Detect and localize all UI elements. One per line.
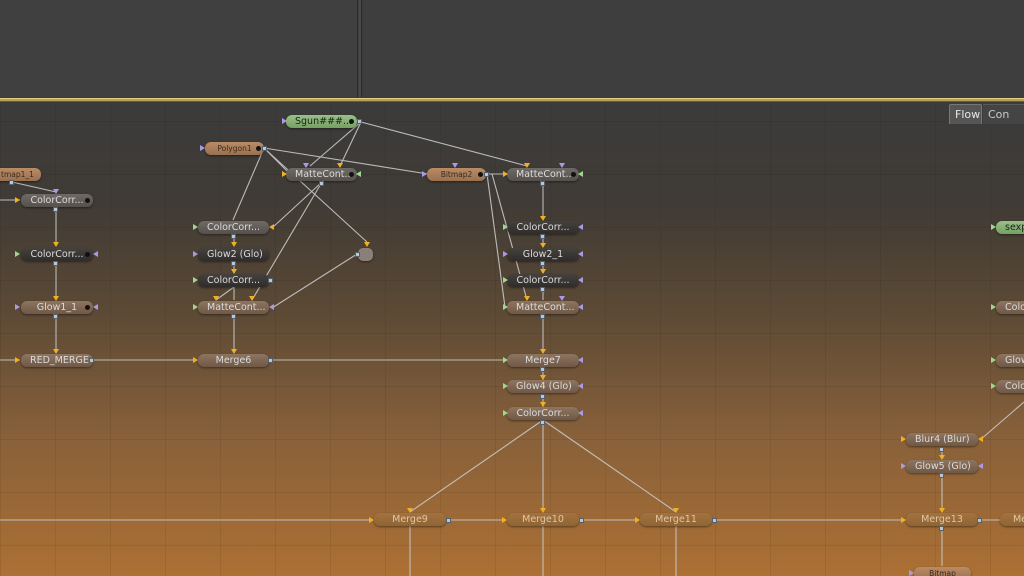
- viewer-splitter[interactable]: [359, 0, 362, 97]
- node-blur4[interactable]: Blur4 (Blur): [906, 433, 978, 446]
- node-colorcorrector-c[interactable]: ColorCorr...: [198, 221, 269, 234]
- node-colorcorrector-g[interactable]: ColorCorr...: [507, 407, 579, 420]
- tab-flow[interactable]: Flow: [949, 104, 982, 124]
- node-bitmap1-1[interactable]: tmap1_1: [0, 168, 41, 181]
- viewer-left-pane[interactable]: [0, 0, 358, 97]
- node-colorcorrector-e[interactable]: ColorCorr...: [507, 221, 579, 234]
- node-merge9[interactable]: Merge9: [374, 513, 446, 526]
- node-merge11[interactable]: Merge11: [640, 513, 712, 526]
- node-merge6[interactable]: Merge6: [198, 354, 269, 367]
- node-merge-partial[interactable]: Me: [1000, 513, 1024, 526]
- node-colorcorrector-f[interactable]: ColorCorr...: [507, 274, 579, 287]
- node-color-partial-1[interactable]: Color: [996, 301, 1024, 314]
- node-merge10[interactable]: Merge10: [507, 513, 579, 526]
- node-sgun[interactable]: Sgun###...: [286, 115, 357, 128]
- node-glow5[interactable]: Glow5 (Glo): [906, 460, 978, 473]
- node-mattecontrol-a[interactable]: MatteCont...: [286, 168, 357, 181]
- node-mattecontrol-c[interactable]: MatteCont...: [198, 301, 269, 314]
- flow-canvas[interactable]: tmap1_1 ColorCorr... ColorCorr... Glow1_…: [0, 102, 1024, 576]
- node-glow1-1[interactable]: Glow1_1: [21, 301, 93, 314]
- tab-console[interactable]: Con: [983, 104, 1024, 124]
- node-pipe-router[interactable]: [358, 248, 373, 261]
- node-merge13[interactable]: Merge13: [906, 513, 978, 526]
- viewer-right-pane[interactable]: [363, 0, 1024, 97]
- node-bitmap2[interactable]: Bitmap2: [427, 168, 486, 181]
- node-merge7[interactable]: Merge7: [507, 354, 579, 367]
- node-glow2[interactable]: Glow2 (Glo): [198, 248, 269, 261]
- node-mattecontrol-d[interactable]: MatteCont...: [507, 301, 579, 314]
- node-glow2-1[interactable]: Glow2_1: [507, 248, 579, 261]
- node-glow4[interactable]: Glow4 (Glo): [507, 380, 579, 393]
- node-mattecontrol-b[interactable]: MatteCont...: [507, 168, 579, 181]
- node-colorcorrector-b[interactable]: ColorCorr...: [21, 248, 93, 261]
- node-red-merge[interactable]: RED_MERGE: [21, 354, 93, 367]
- node-colorcorrector-a[interactable]: ColorCorr...: [21, 194, 93, 207]
- viewer-panel: [0, 0, 1024, 100]
- node-glow-partial[interactable]: Glow: [996, 354, 1024, 367]
- node-bitmap-partial[interactable]: Bitmap: [914, 567, 971, 576]
- node-colorcorrector-d[interactable]: ColorCorr...: [198, 274, 269, 287]
- node-color-partial-2[interactable]: Color: [996, 380, 1024, 393]
- node-polygon1[interactable]: Polygon1: [205, 142, 264, 155]
- node-sexple-partial[interactable]: sexple: [996, 221, 1024, 234]
